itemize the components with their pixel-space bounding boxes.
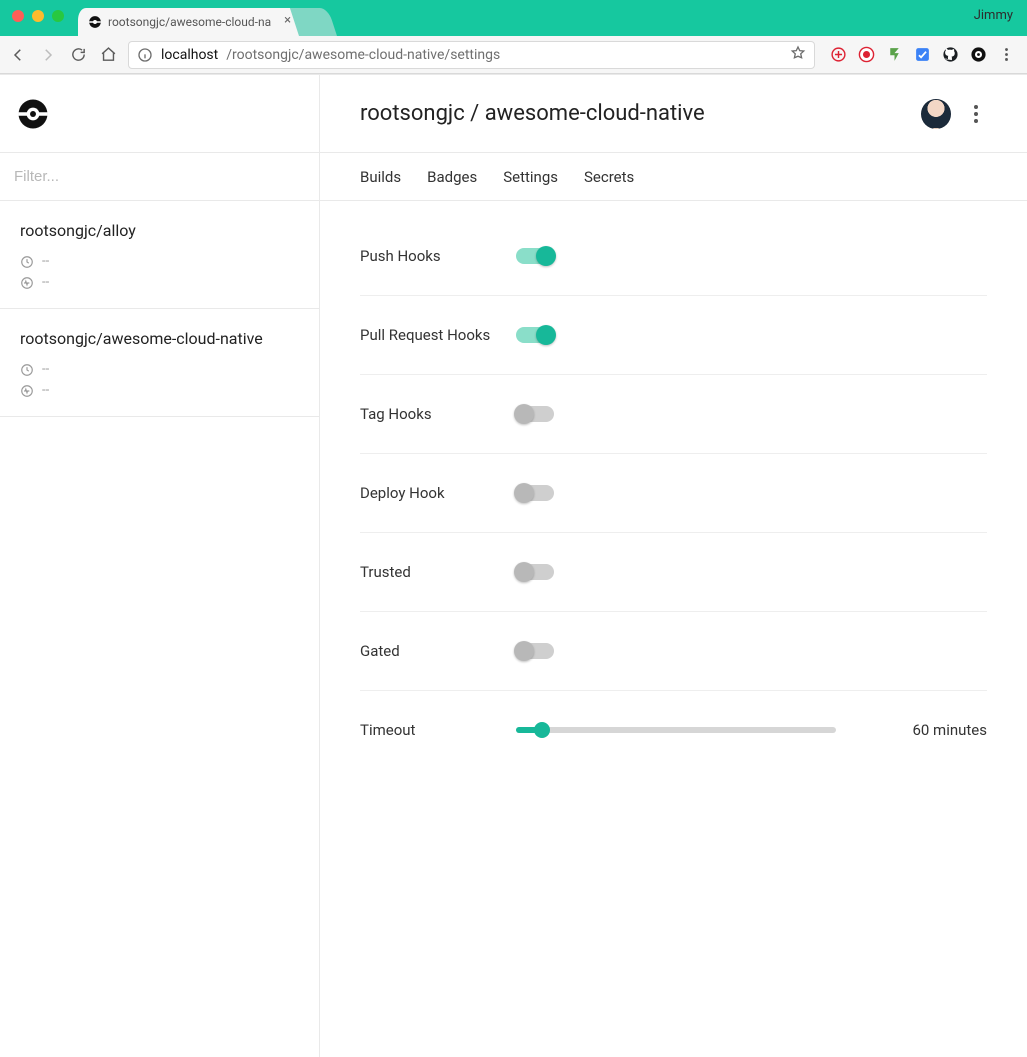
browser-toolbar: localhost/rootsongjc/awesome-cloud-nativ… (0, 36, 1027, 74)
back-button[interactable] (8, 45, 28, 65)
browser-tab-active[interactable]: rootsongjc/awesome-cloud-na × (78, 8, 299, 36)
setting-label: Tag Hooks (360, 405, 516, 423)
repo-activity-row: -- (20, 383, 301, 398)
browser-menu-button[interactable] (997, 46, 1015, 64)
window-minimize-button[interactable] (32, 10, 44, 22)
repo-time-row: -- (20, 362, 301, 377)
setting-row: Push Hooks (360, 237, 987, 296)
tab-badges[interactable]: Badges (427, 168, 477, 186)
setting-toggle[interactable] (516, 643, 554, 659)
url-path: /rootsongjc/awesome-cloud-native/setting… (226, 47, 500, 63)
setting-row: Tag Hooks (360, 375, 987, 454)
activity-icon (20, 276, 34, 290)
extension-icon-5[interactable] (941, 46, 959, 64)
repo-time-row: -- (20, 254, 301, 269)
setting-toggle[interactable] (516, 248, 554, 264)
setting-row: Pull Request Hooks (360, 296, 987, 375)
setting-toggle[interactable] (516, 564, 554, 580)
tab-close-button[interactable]: × (284, 14, 291, 27)
sidebar: rootsongjc/alloy -- -- rootsongjc/awesom… (0, 75, 320, 1057)
tab-settings[interactable]: Settings (503, 168, 558, 186)
new-tab-button[interactable] (290, 8, 337, 36)
breadcrumb: rootsongjc / awesome-cloud-native (360, 101, 907, 126)
breadcrumb-repo[interactable]: awesome-cloud-native (485, 101, 705, 126)
setting-row: Trusted (360, 533, 987, 612)
extension-icon-3[interactable] (885, 46, 903, 64)
sidebar-repo-item[interactable]: rootsongjc/awesome-cloud-native -- -- (0, 309, 319, 417)
breadcrumb-sep: / (465, 101, 485, 126)
timeout-value: 60 minutes (912, 721, 987, 739)
extension-icon-2[interactable] (857, 46, 875, 64)
setting-row: Deploy Hook (360, 454, 987, 533)
setting-toggle[interactable] (516, 327, 554, 343)
clock-icon (20, 363, 34, 377)
repo-name: rootsongjc/alloy (20, 221, 301, 240)
breadcrumb-owner[interactable]: rootsongjc (360, 101, 465, 126)
repo-menu-button[interactable] (965, 105, 987, 123)
repo-time: -- (42, 254, 49, 269)
main-area: rootsongjc / awesome-cloud-native Builds… (320, 75, 1027, 1057)
activity-icon (20, 384, 34, 398)
sidebar-repo-item[interactable]: rootsongjc/alloy -- -- (0, 201, 319, 309)
tab-title: rootsongjc/awesome-cloud-na (108, 15, 271, 29)
repo-time: -- (42, 362, 49, 377)
repo-activity: -- (42, 275, 49, 290)
user-avatar[interactable] (921, 99, 951, 129)
window-controls (12, 10, 64, 22)
extension-icon-1[interactable] (829, 46, 847, 64)
tab-secrets[interactable]: Secrets (584, 168, 634, 186)
setting-label: Deploy Hook (360, 484, 516, 502)
repo-activity-row: -- (20, 275, 301, 290)
repo-header: rootsongjc / awesome-cloud-native (320, 75, 1027, 153)
clock-icon (20, 255, 34, 269)
setting-label: Gated (360, 642, 516, 660)
repo-activity: -- (42, 383, 49, 398)
address-bar[interactable]: localhost/rootsongjc/awesome-cloud-nativ… (128, 41, 815, 69)
extension-icons (825, 46, 1019, 64)
setting-label: Pull Request Hooks (360, 326, 516, 344)
setting-label: Trusted (360, 563, 516, 581)
setting-row-timeout: Timeout 60 minutes (360, 691, 987, 769)
tab-strip: rootsongjc/awesome-cloud-na × (78, 0, 337, 36)
settings-panel: Push Hooks Pull Request Hooks Tag Hooks … (320, 201, 1027, 809)
site-info-icon[interactable] (137, 47, 153, 63)
app-logo[interactable] (0, 75, 319, 153)
setting-row: Gated (360, 612, 987, 691)
setting-toggle[interactable] (516, 485, 554, 501)
window-zoom-button[interactable] (52, 10, 64, 22)
browser-profile-name[interactable]: Jimmy (974, 8, 1013, 23)
filter-container (0, 153, 319, 201)
setting-label: Push Hooks (360, 247, 516, 265)
repo-name: rootsongjc/awesome-cloud-native (20, 329, 301, 348)
tab-favicon (88, 15, 102, 29)
timeout-slider[interactable] (516, 727, 836, 733)
setting-toggle[interactable] (516, 406, 554, 422)
repo-list: rootsongjc/alloy -- -- rootsongjc/awesom… (0, 201, 319, 417)
timeout-slider-wrap (516, 727, 912, 733)
extension-icon-4[interactable] (913, 46, 931, 64)
window-close-button[interactable] (12, 10, 24, 22)
browser-chrome: rootsongjc/awesome-cloud-na × Jimmy (0, 0, 1027, 36)
app-root: rootsongjc/alloy -- -- rootsongjc/awesom… (0, 74, 1027, 1057)
repo-tabs: Builds Badges Settings Secrets (320, 153, 1027, 201)
bookmark-star-icon[interactable] (790, 45, 806, 65)
tab-builds[interactable]: Builds (360, 168, 401, 186)
url-host: localhost (161, 47, 218, 63)
extension-icon-6[interactable] (969, 46, 987, 64)
filter-input[interactable] (14, 168, 305, 185)
forward-button (38, 45, 58, 65)
home-button[interactable] (98, 45, 118, 65)
setting-label: Timeout (360, 721, 516, 739)
reload-button[interactable] (68, 45, 88, 65)
